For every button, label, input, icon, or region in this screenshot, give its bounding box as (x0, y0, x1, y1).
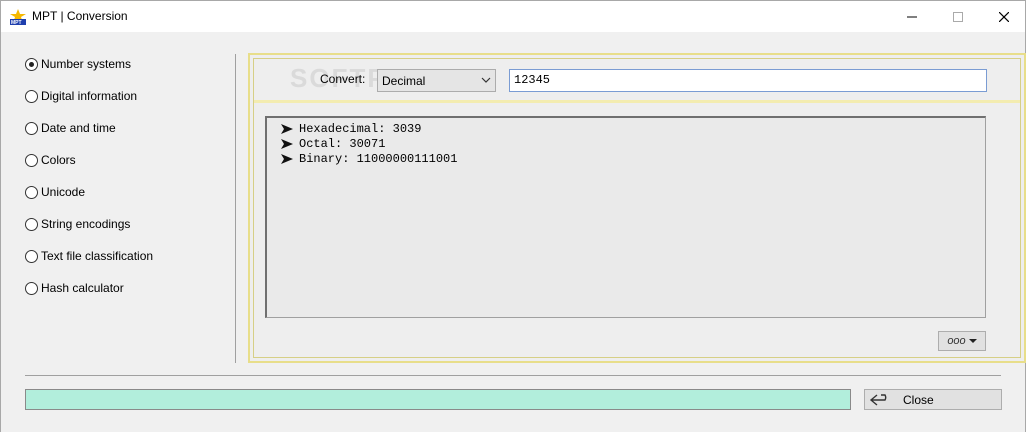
radio-digital-information[interactable]: Digital information (25, 88, 137, 104)
dropdown-arrow-icon (968, 339, 977, 343)
minimize-button[interactable] (889, 1, 935, 32)
radio-text-file-classification[interactable]: Text file classification (25, 248, 153, 264)
output-text: Octal: 30071 (299, 136, 386, 151)
radio-label: Colors (41, 153, 76, 167)
radio-button[interactable] (25, 217, 38, 231)
radio-label: Number systems (41, 57, 132, 71)
radio-label: Digital information (41, 89, 138, 103)
close-icon (999, 11, 1009, 22)
output-line: Octal: 30071 (281, 136, 985, 151)
back-arrow-icon (869, 393, 887, 406)
app-logo-icon: MPT (10, 9, 26, 25)
close-label: Close (903, 392, 934, 407)
window-title: MPT | Conversion (32, 9, 128, 23)
radio-string-encodings[interactable]: String encodings (25, 216, 130, 232)
radio-button[interactable] (25, 153, 38, 167)
radio-button[interactable] (25, 121, 38, 135)
app-window: MPT MPT | Conversion Number systems Digi… (0, 0, 1026, 432)
arrow-bullet-icon (281, 123, 293, 134)
radio-button[interactable] (25, 249, 38, 263)
output-line: Hexadecimal: 3039 (281, 121, 985, 136)
number-system-select[interactable]: Decimal (377, 69, 496, 92)
radio-button[interactable] (25, 57, 38, 71)
output-text: Binary: 11000000111001 (299, 151, 458, 166)
status-bar (25, 389, 851, 410)
horizontal-divider (25, 375, 1001, 376)
convert-label: Convert: (320, 72, 366, 86)
output-line: Binary: 11000000111001 (281, 151, 985, 166)
conversion-panel: SOFTPEDIA Convert: Decimal 12345 Hexadec… (248, 53, 1026, 363)
radio-date-and-time[interactable]: Date and time (25, 120, 116, 136)
select-value: Decimal (382, 73, 426, 88)
chevron-down-icon (481, 77, 491, 83)
conversion-type-list: Number systems Digital information Date … (15, 49, 237, 363)
svg-text:MPT: MPT (11, 20, 22, 25)
output-text: Hexadecimal: 3039 (299, 121, 422, 136)
more-options-button[interactable]: ooo (938, 331, 986, 351)
title-bar[interactable]: MPT MPT | Conversion (1, 1, 1025, 32)
conversion-panel-inner: SOFTPEDIA Convert: Decimal 12345 Hexadec… (253, 58, 1021, 358)
client-area: Number systems Digital information Date … (1, 32, 1026, 432)
radio-button[interactable] (25, 281, 38, 295)
vertical-divider (235, 54, 236, 363)
radio-label: Text file classification (41, 249, 154, 263)
more-label: ooo (947, 335, 966, 347)
radio-number-systems[interactable]: Number systems (25, 56, 131, 72)
close-window-button[interactable] (981, 1, 1026, 32)
radio-hash-calculator[interactable]: Hash calculator (25, 280, 124, 296)
close-button[interactable]: Close (864, 389, 1002, 410)
maximize-icon (953, 11, 963, 22)
value-input[interactable]: 12345 (509, 69, 987, 92)
minimize-icon (907, 16, 917, 17)
radio-colors[interactable]: Colors (25, 152, 76, 168)
radio-unicode[interactable]: Unicode (25, 184, 85, 200)
radio-label: Unicode (41, 185, 86, 199)
maximize-button[interactable] (935, 1, 981, 32)
radio-button[interactable] (25, 89, 38, 103)
radio-label: Date and time (41, 121, 116, 135)
arrow-bullet-icon (281, 138, 293, 149)
arrow-bullet-icon (281, 153, 293, 164)
radio-label: String encodings (41, 217, 131, 231)
radio-label: Hash calculator (41, 281, 124, 295)
convert-toolbar: SOFTPEDIA Convert: Decimal 12345 (254, 59, 1020, 103)
conversion-output[interactable]: Hexadecimal: 3039 Octal: 30071 Binary: 1… (265, 116, 986, 318)
radio-button[interactable] (25, 185, 38, 199)
